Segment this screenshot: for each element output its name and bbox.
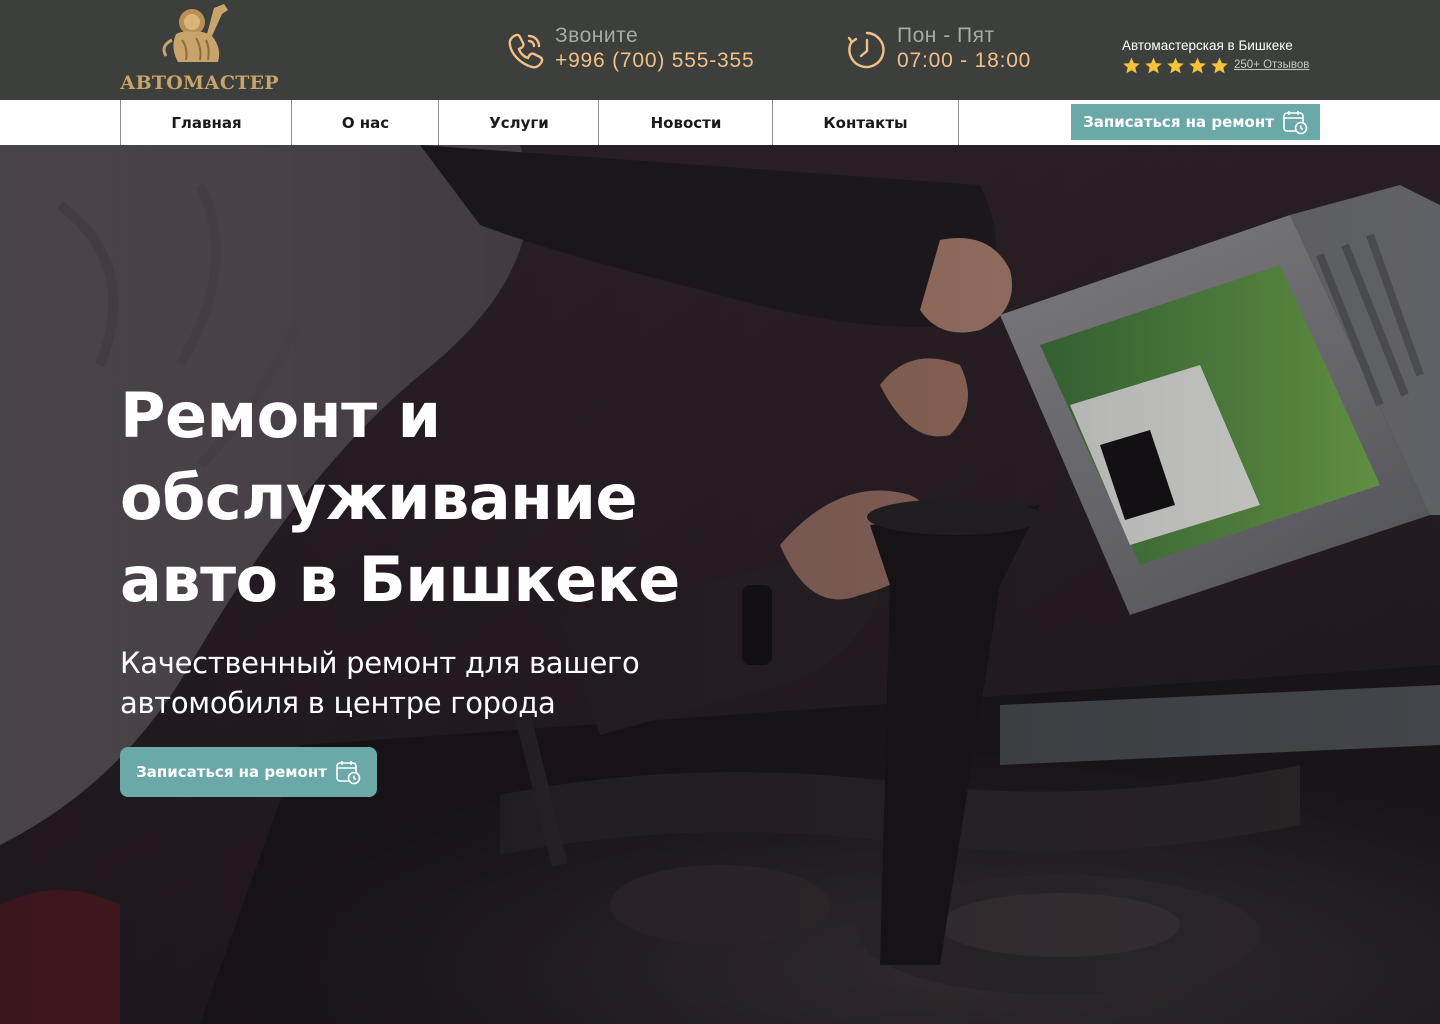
star-icon bbox=[1167, 57, 1184, 74]
nav-book-repair-label: Записаться на ремонт bbox=[1083, 113, 1274, 131]
top-header: АВТОМАСТЕР Звоните +996 (700) 555-355 По… bbox=[0, 0, 1440, 100]
hours-time: 07:00 - 18:00 bbox=[897, 49, 1032, 72]
star-icon bbox=[1145, 57, 1162, 74]
hero-subtitle: Качественный ремонт для вашего автомобил… bbox=[120, 646, 640, 720]
clock-icon bbox=[847, 31, 885, 69]
nav-item-about[interactable]: О нас bbox=[291, 100, 439, 145]
star-icon bbox=[1211, 57, 1228, 74]
nav-item-contacts[interactable]: Контакты bbox=[772, 100, 959, 145]
phone-number[interactable]: +996 (700) 555-355 bbox=[555, 49, 754, 73]
hero-title: Ремонт и обслуживание авто в Бишкеке bbox=[120, 379, 680, 616]
site-logo[interactable]: АВТОМАСТЕР bbox=[118, 4, 280, 96]
rating-block: Автомастерская в Бишкеке 250+ Отзывов bbox=[1122, 38, 1322, 78]
hero-section: Ремонт и обслуживание авто в Бишкеке Кач… bbox=[0, 145, 1440, 1024]
calendar-clock-icon bbox=[336, 761, 361, 785]
main-nav: Главная О нас Услуги Новости Контакты За… bbox=[0, 100, 1440, 145]
star-rating bbox=[1122, 56, 1232, 76]
reviews-link[interactable]: 250+ Отзывов bbox=[1234, 59, 1309, 71]
nav-book-repair-button[interactable]: Записаться на ремонт bbox=[1071, 104, 1320, 140]
nav-item-home[interactable]: Главная bbox=[120, 100, 292, 145]
calendar-clock-icon bbox=[1283, 111, 1308, 135]
phone-contact[interactable]: Звоните +996 (700) 555-355 bbox=[505, 24, 785, 76]
phone-label: Звоните bbox=[555, 24, 639, 47]
hero-book-repair-button[interactable]: Записаться на ремонт bbox=[120, 747, 377, 797]
nav-item-services[interactable]: Услуги bbox=[438, 100, 599, 145]
rating-title: Автомастерская в Бишкеке bbox=[1122, 38, 1293, 53]
logo-text: АВТОМАСТЕР bbox=[120, 72, 279, 94]
star-icon bbox=[1123, 57, 1140, 74]
hero-book-repair-label: Записаться на ремонт bbox=[136, 763, 327, 781]
phone-icon bbox=[508, 33, 544, 69]
working-hours: Пон - Пят 07:00 - 18:00 bbox=[847, 24, 1067, 76]
lion-logo-icon bbox=[162, 4, 228, 62]
star-icon bbox=[1189, 57, 1206, 74]
hours-days: Пон - Пят bbox=[897, 24, 995, 47]
nav-item-news[interactable]: Новости bbox=[598, 100, 773, 145]
